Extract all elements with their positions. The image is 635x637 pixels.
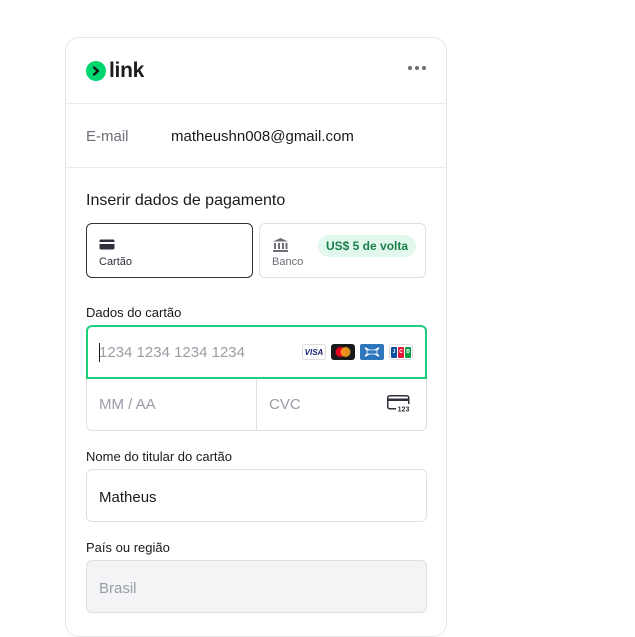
payment-form: Inserir dados de pagamento Cartão US$ 5 … [66, 192, 446, 613]
country-value: Brasil [99, 580, 137, 597]
link-logo: link [86, 60, 144, 82]
svg-text:123: 123 [398, 407, 410, 414]
card-expiry-cvc-row: MM / AA CVC 123 [86, 379, 427, 431]
cashback-badge: US$ 5 de volta [318, 235, 417, 257]
card-details-group: 1234 1234 1234 1234 VISA J C B MM / AA C… [86, 325, 427, 431]
payment-method-card[interactable]: Cartão [86, 223, 253, 278]
card-cvc-placeholder: CVC [269, 396, 301, 413]
credit-card-icon [99, 237, 115, 255]
card-cvc-input[interactable]: CVC 123 [257, 379, 427, 431]
payment-section-title: Inserir dados de pagamento [86, 192, 286, 209]
more-options-icon[interactable] [406, 64, 428, 72]
link-payment-card: link E-mail matheushn008@gmail.com Inser… [65, 37, 447, 637]
logo-text: link [109, 59, 144, 82]
card-expiry-placeholder: MM / AA [99, 396, 156, 413]
mastercard-icon [331, 344, 355, 360]
country-label: País ou região [86, 540, 170, 555]
bank-icon [272, 237, 289, 258]
email-label: E-mail [86, 128, 129, 145]
link-logo-mark-icon [86, 61, 106, 81]
country-select[interactable]: Brasil [86, 560, 427, 613]
cardholder-name-label: Nome do titular do cartão [86, 449, 232, 464]
email-row: E-mail matheushn008@gmail.com [66, 104, 446, 168]
card-details-label: Dados do cartão [86, 305, 182, 320]
card-brands: VISA J C B [302, 344, 413, 360]
visa-icon: VISA [302, 344, 326, 360]
payment-method-card-label: Cartão [99, 256, 133, 268]
card-number-input[interactable]: 1234 1234 1234 1234 VISA J C B [86, 325, 427, 379]
card-number-placeholder: 1234 1234 1234 1234 [99, 344, 245, 361]
cvc-card-icon: 123 [387, 395, 411, 418]
email-value: matheushn008@gmail.com [171, 128, 354, 145]
header: link [66, 38, 446, 104]
amex-icon [360, 344, 384, 360]
payment-method-tabs: Cartão US$ 5 de volta Banco [86, 223, 426, 278]
card-expiry-input[interactable]: MM / AA [86, 379, 257, 431]
cardholder-name-input[interactable]: Matheus [86, 469, 427, 522]
cardholder-name-value: Matheus [99, 489, 157, 506]
payment-method-bank-label: Banco [272, 256, 304, 268]
payment-method-bank[interactable]: US$ 5 de volta Banco [259, 223, 426, 278]
jcb-icon: J C B [389, 344, 413, 360]
